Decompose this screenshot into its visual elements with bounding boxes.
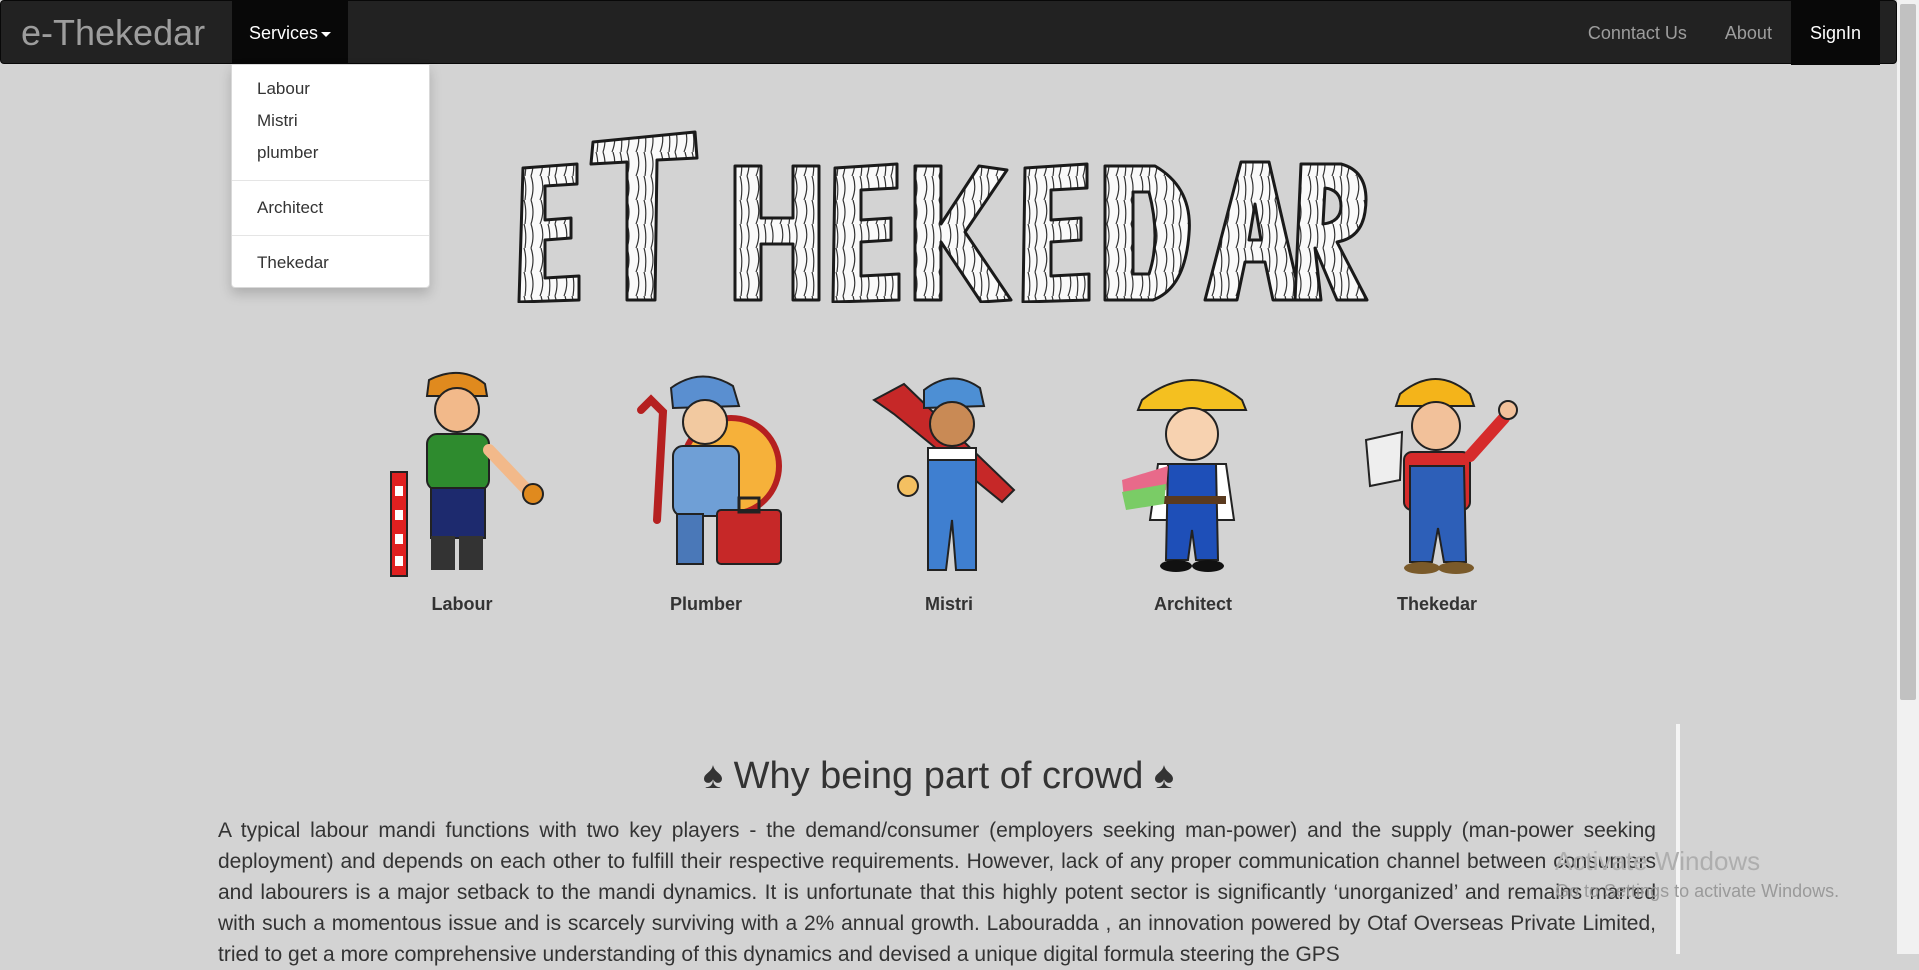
page-scrollbar[interactable] xyxy=(1897,0,1919,954)
watermark-subtitle: Go to Settings to activate Windows. xyxy=(1555,881,1840,901)
worker-label: Mistri xyxy=(924,594,973,614)
dropdown-item-thekedar[interactable]: Thekedar xyxy=(232,247,429,279)
worker-label: Labour xyxy=(431,594,493,614)
dropdown-divider xyxy=(232,235,429,236)
services-dropdown-toggle[interactable]: Services xyxy=(232,1,348,65)
services-label: Services xyxy=(248,23,319,43)
activate-windows-watermark: Activate Windows Go to Settings to activ… xyxy=(1555,846,1839,902)
divider-line xyxy=(1676,724,1680,954)
watermark-title: Activate Windows xyxy=(1555,846,1761,876)
labour-cartoon-icon xyxy=(390,372,544,577)
nav-about[interactable]: About xyxy=(1706,1,1791,65)
worker-card-labour[interactable]: Labour xyxy=(362,370,562,615)
worker-label: Architect xyxy=(1153,594,1233,614)
navbar: e-Thekedar Services Conntact Us About Si… xyxy=(0,0,1897,65)
services-dropdown-menu: Labour Mistri plumber Architect Thekedar xyxy=(231,64,430,288)
worker-card-thekedar[interactable]: Thekedar xyxy=(1337,370,1537,615)
plumber-cartoon-icon xyxy=(637,375,782,565)
worker-card-plumber[interactable]: Plumber xyxy=(606,370,806,615)
dropdown-item-labour[interactable]: Labour xyxy=(232,73,429,105)
nav-contact-us[interactable]: Conntact Us xyxy=(1569,1,1706,65)
ethekedar-logo xyxy=(517,130,1369,303)
worker-card-mistri[interactable]: Mistri xyxy=(849,370,1049,615)
worker-card-architect[interactable]: Architect xyxy=(1093,370,1293,615)
dropdown-item-architect[interactable]: Architect xyxy=(232,192,429,224)
nav-right: Conntact Us About SignIn xyxy=(1569,1,1880,65)
scrollbar-thumb[interactable] xyxy=(1900,4,1916,700)
thekedar-cartoon-icon xyxy=(1364,378,1518,574)
worker-label: Plumber xyxy=(669,594,743,614)
brand-link[interactable]: e-Thekedar xyxy=(21,1,205,65)
dropdown-item-mistri[interactable]: Mistri xyxy=(232,105,429,137)
architect-cartoon-icon xyxy=(1122,379,1248,572)
mistri-cartoon-icon xyxy=(872,377,1016,571)
worker-label: Thekedar xyxy=(1396,594,1478,614)
dropdown-divider xyxy=(232,180,429,181)
section-paragraph: A typical labour mandi functions with tw… xyxy=(218,819,1656,966)
nav-signin[interactable]: SignIn xyxy=(1790,1,1880,65)
dropdown-item-plumber[interactable]: plumber xyxy=(232,137,429,169)
section-title: ♠ Why being part of crowd ♠ xyxy=(702,755,1175,797)
caret-down-icon xyxy=(321,31,332,37)
